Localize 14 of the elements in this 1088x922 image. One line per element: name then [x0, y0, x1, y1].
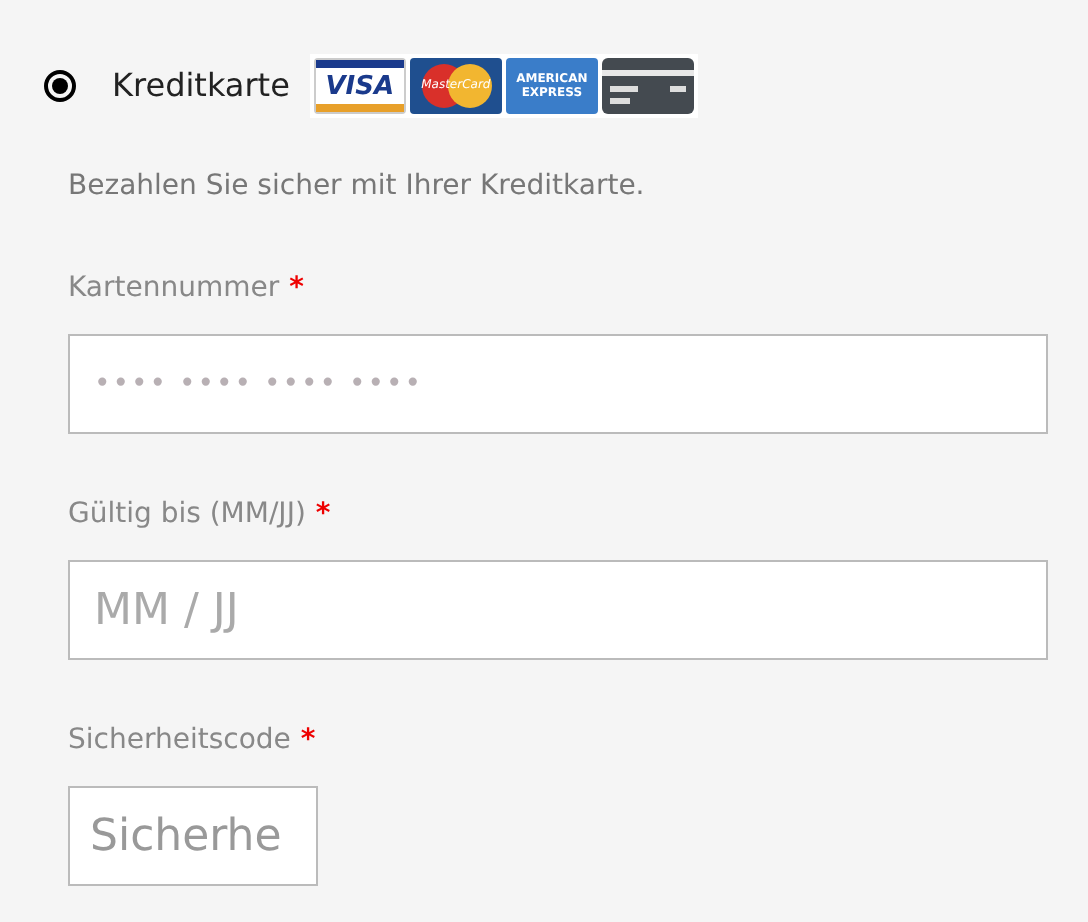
- input-field[interactable]: MM / JJ: [68, 560, 1048, 660]
- radio-button[interactable]: [44, 70, 76, 102]
- required-mark: *: [315, 496, 331, 534]
- description-text: Bezahlen Sie sicher mit Ihrer Kreditkarte.: [68, 168, 647, 206]
- required-mark: *: [300, 722, 316, 760]
- input-field[interactable]: Sicherhe: [68, 786, 318, 886]
- field-label: Sicherheitscode: [68, 722, 291, 760]
- field-label: Gültig bis (MM/JJ): [68, 496, 306, 534]
- visa-logo: VISA: [313, 58, 406, 114]
- card-icon: [601, 58, 694, 114]
- required-mark: *: [289, 270, 304, 308]
- field-label: Kartennummer: [68, 270, 280, 308]
- payment-method-label: Kreditkarte: [112, 64, 290, 108]
- input-field[interactable]: •••• •••• •••• ••••: [68, 334, 1048, 434]
